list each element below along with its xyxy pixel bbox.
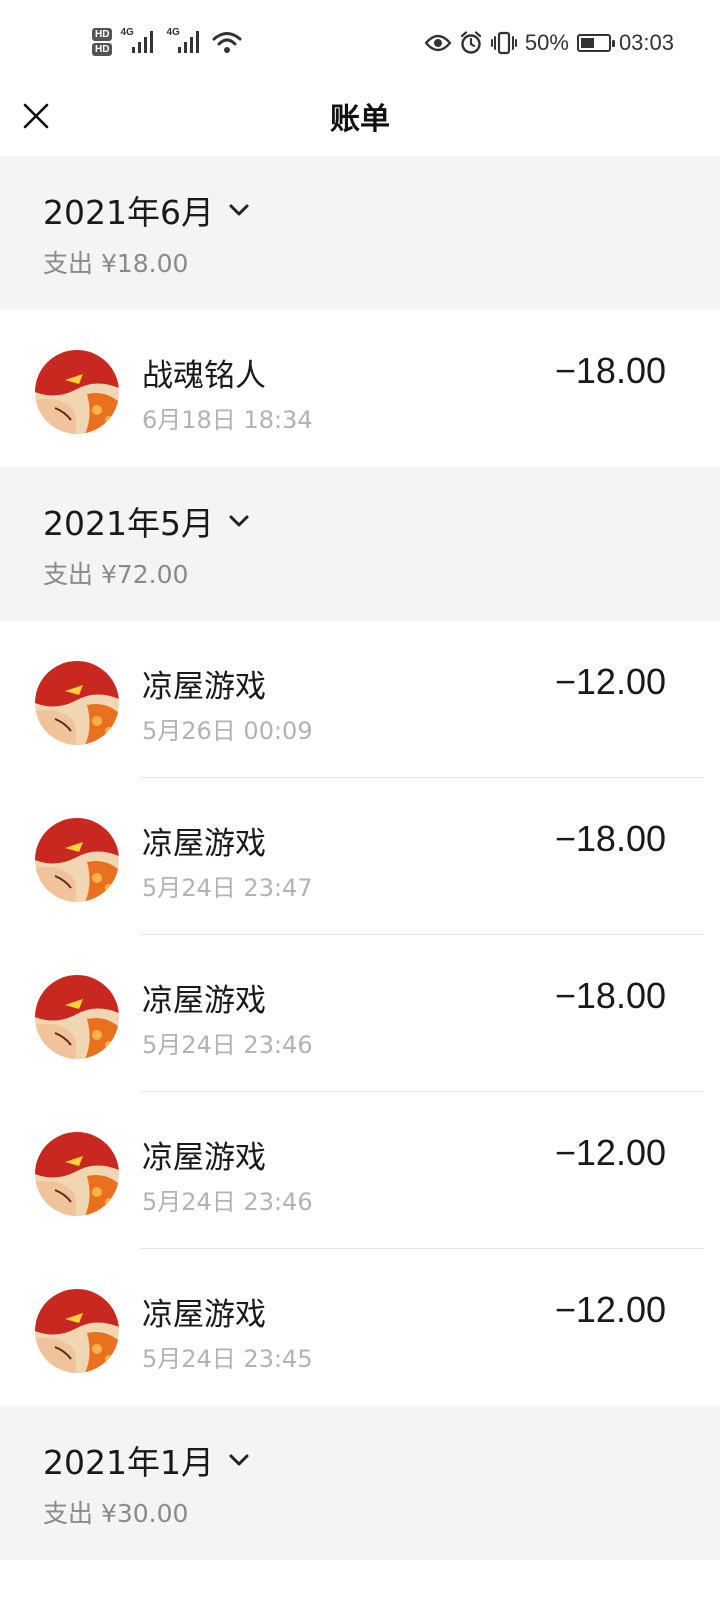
hd1-badge: HD [92,28,113,41]
battery-level [580,38,594,48]
transaction-time: 5月24日 23:45 [142,1345,313,1373]
battery-percent: 50% [524,30,569,55]
month-header-2021-05: 2021年5月 支出 ¥72.00 [0,467,720,621]
merchant-avatar [35,1132,119,1216]
transaction-time: 6月18日 18:34 [142,406,313,434]
hd2-badge: HD [92,43,113,56]
transaction-time: 5月24日 23:46 [142,1031,313,1059]
month-label: 2021年5月 [43,504,214,543]
transaction-amount: −18.00 [554,975,666,1016]
signal-1: 4G [120,27,158,57]
month-spend-summary: 支出 ¥30.00 [43,1499,189,1528]
signal-bars-icon [178,31,200,53]
transaction-row[interactable]: 凉屋游戏 5月24日 23:46 −18.00 [0,935,720,1092]
chevron-down-icon [229,515,249,527]
merchant-avatar [35,350,119,434]
game-character-icon [35,1289,119,1373]
game-character-icon [35,975,119,1059]
month-header-2021-06: 2021年6月 支出 ¥18.00 [0,156,720,310]
status-bar: HD HD 4G 4G 50% 03:03 [0,0,720,86]
alarm-icon [460,31,481,54]
transaction-amount: −18.00 [554,350,666,391]
transaction-amount: −12.00 [554,1289,666,1330]
month-header-2021-01: 2021年1月 支出 ¥30.00 [0,1406,720,1560]
merchant-avatar [35,661,119,745]
merchant-name: 凉屋游戏 [142,826,266,862]
merchant-name: 凉屋游戏 [142,983,266,1019]
merchant-avatar [35,975,119,1059]
game-character-icon [35,350,119,434]
game-character-icon [35,818,119,902]
merchant-name: 战魂铭人 [142,358,266,394]
transaction-time: 5月24日 23:47 [142,874,313,902]
chevron-down-icon [229,204,249,216]
month-selector[interactable]: 2021年6月 [43,186,250,234]
month-label: 2021年6月 [43,193,214,232]
transaction-row[interactable]: 凉屋游戏 5月24日 23:45 −12.00 [0,1249,720,1406]
merchant-name: 凉屋游戏 [142,1297,266,1333]
merchant-name: 凉屋游戏 [142,669,266,705]
page-title: 账单 [330,102,390,137]
transaction-time: 5月24日 23:46 [142,1188,313,1216]
transaction-row[interactable]: 战魂铭人 6月18日 18:34 −18.00 [0,310,720,467]
merchant-avatar [35,818,119,902]
transaction-time: 5月26日 00:09 [142,717,313,745]
chevron-down-icon [229,1454,249,1466]
battery-icon [576,34,615,52]
vibrate-icon [490,31,517,55]
month-spend-summary: 支出 ¥18.00 [43,249,189,278]
status-right: 50% 03:03 [424,26,674,60]
transaction-row[interactable]: 凉屋游戏 5月26日 00:09 −12.00 [0,621,720,778]
wifi-icon [212,32,242,53]
transaction-amount: −12.00 [554,661,666,702]
clock: 03:03 [618,30,674,55]
transaction-amount: −12.00 [554,1132,666,1173]
transaction-row[interactable]: 凉屋游戏 5月24日 23:46 −12.00 [0,1092,720,1249]
eye-icon [424,34,451,52]
game-character-icon [35,661,119,745]
month-selector[interactable]: 2021年1月 [43,1436,250,1484]
transaction-amount: −18.00 [554,818,666,859]
transaction-row[interactable]: 凉屋游戏 5月24日 23:47 −18.00 [0,778,720,935]
hd-indicators: HD HD [92,28,113,56]
merchant-avatar [35,1289,119,1373]
signal-2: 4G [166,27,204,57]
month-label: 2021年1月 [43,1443,214,1482]
month-selector[interactable]: 2021年5月 [43,497,250,545]
merchant-name: 凉屋游戏 [142,1140,266,1176]
title-bar: 账单 [0,86,720,156]
status-left: HD HD 4G 4G [92,22,242,62]
signal-bars-icon [132,31,154,53]
month-spend-summary: 支出 ¥72.00 [43,560,189,589]
game-character-icon [35,1132,119,1216]
